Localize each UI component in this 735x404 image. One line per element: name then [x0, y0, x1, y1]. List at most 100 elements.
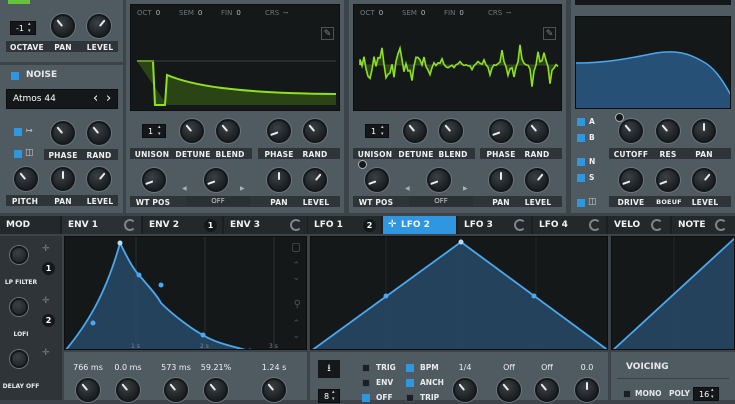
lfo-mode-radio[interactable]	[362, 379, 370, 387]
chevron-down-icon[interactable]: ⌄	[292, 273, 300, 283]
filter-drive-knob[interactable]	[619, 168, 643, 192]
filter-level-knob[interactable]	[692, 168, 716, 192]
mod-source-drag-icon[interactable]	[10, 298, 28, 316]
tab-lfo-2[interactable]: ✛ LFO 2	[383, 216, 456, 234]
filter-route-n-toggle[interactable]	[577, 158, 585, 166]
noise-enable-toggle[interactable]	[11, 72, 19, 80]
lfo-value-2[interactable]: Off	[492, 363, 526, 372]
osc-a-rand-knob[interactable]	[303, 119, 327, 143]
osc-a-wtpos-knob[interactable]	[142, 168, 166, 192]
osc-b-mod-target-icon[interactable]	[358, 160, 367, 169]
noise-rand-knob[interactable]	[87, 121, 111, 145]
lfo-value-4[interactable]: 0.0	[570, 363, 604, 372]
env-knob-4[interactable]	[204, 378, 228, 402]
osc-a-detune-knob[interactable]	[180, 119, 204, 143]
chevron-up-icon[interactable]: ⌃	[292, 319, 300, 329]
poly-voice-stepper[interactable]: 16	[693, 387, 719, 401]
env-value-4[interactable]: 59.21%	[194, 363, 238, 372]
mod-slot[interactable]: ✛ 2 LOFI	[2, 294, 60, 342]
osc-b-spectral-mode[interactable]: OFF	[409, 196, 473, 206]
noise-preset-select[interactable]: Atmos 44 ‹ ›	[6, 89, 118, 109]
noise-phase-knob[interactable]	[51, 121, 75, 145]
osc-b-spectral-arrows-r[interactable]: ▶	[463, 185, 468, 192]
envelope-display[interactable]: 1 s 2 s 3 s ⌃ ⌄ ⚲ ⌃ ⌄	[64, 236, 307, 350]
noise-keytrack-toggle[interactable]	[14, 150, 22, 158]
env-value-5[interactable]: 1.24 s	[252, 363, 296, 372]
osc-b-level-knob[interactable]	[525, 168, 549, 192]
env-value-3[interactable]: 573 ms	[154, 363, 198, 372]
osc-b-rand-knob[interactable]	[525, 119, 549, 143]
zoom-icon[interactable]: ⚲	[294, 299, 301, 310]
osc-a-spectral-arrows[interactable]: ◀	[182, 185, 187, 192]
lfo-mode-radio[interactable]	[362, 364, 370, 372]
lfo-knob-2[interactable]	[497, 378, 521, 402]
lfo-display[interactable]	[310, 236, 608, 350]
filter-keytrack-toggle[interactable]	[577, 199, 585, 207]
lfo-option-anch[interactable]: ANCH	[406, 378, 444, 387]
mod-source-drag-icon[interactable]	[10, 350, 28, 368]
lfo-value-3[interactable]: Off	[530, 363, 564, 372]
osc-b-spectral-arrows[interactable]: ◀	[405, 185, 410, 192]
env-knob-3[interactable]	[164, 378, 188, 402]
osc-b-wtpos-knob[interactable]	[365, 168, 389, 192]
noise-phase-reset-toggle[interactable]	[14, 128, 22, 136]
lfo-knob-4[interactable]	[575, 378, 599, 402]
noise-level-knob[interactable]	[87, 167, 111, 191]
move-icon[interactable]: ✛	[42, 296, 50, 306]
osc1-level-knob[interactable]	[87, 14, 111, 38]
lfo-option-bpm[interactable]: BPM	[406, 363, 439, 372]
osc-a-wavetable-display[interactable]: OCT 0 SEM 0 FIN 0 CRS -- ✎	[130, 4, 340, 111]
osc-b-phase-knob[interactable]	[489, 119, 513, 143]
lfo-option-trip[interactable]: TRIP	[406, 393, 439, 402]
velocity-display[interactable]	[611, 236, 735, 350]
osc-a-spectral-knob[interactable]	[204, 168, 228, 192]
lfo-value-1[interactable]: 1/4	[448, 363, 482, 372]
noise-pitch-knob[interactable]	[14, 167, 38, 191]
filter-type-bar[interactable]	[575, 0, 731, 5]
osc-a-blend-knob[interactable]	[216, 119, 240, 143]
filter-pan-knob[interactable]	[692, 119, 716, 143]
mod-slot[interactable]: ✛ DELAY OFF	[2, 346, 60, 394]
osc-a-spectral-mode[interactable]: OFF	[186, 196, 250, 206]
osc1-pan-knob[interactable]	[51, 14, 75, 38]
osc-b-blend-knob[interactable]	[439, 119, 463, 143]
osc-a-spectral-arrows-r[interactable]: ▶	[240, 185, 245, 192]
move-icon[interactable]: ✛	[42, 348, 50, 358]
osc-a-phase-knob[interactable]	[267, 119, 291, 143]
env-knob-2[interactable]	[116, 378, 140, 402]
osc-b-pan-knob[interactable]	[489, 168, 513, 192]
osc-b-unison-stepper[interactable]: 1	[365, 124, 389, 138]
filter-route-a-toggle[interactable]	[577, 118, 585, 126]
filter-res-knob[interactable]	[656, 119, 680, 143]
tab-mod[interactable]: MOD	[0, 216, 60, 234]
noise-pan-knob[interactable]	[51, 167, 75, 191]
move-icon[interactable]: ✛	[42, 244, 50, 254]
osc-b-wavetable-display[interactable]: OCT 0 SEM 0 FIN 0 CRS -- ✎	[353, 4, 562, 111]
osc-a-level-knob[interactable]	[303, 168, 327, 192]
lfo-download-button[interactable]: ⭳	[318, 360, 340, 378]
osc1-waveform-thumb[interactable]	[8, 0, 30, 4]
lock-icon[interactable]	[292, 243, 300, 252]
lfo-grid-stepper[interactable]: 8	[318, 389, 340, 403]
lfo-knob-3[interactable]	[535, 378, 559, 402]
env-knob-5[interactable]	[262, 378, 286, 402]
mod-source-drag-icon[interactable]	[10, 246, 28, 264]
osc-a-pan-knob[interactable]	[267, 168, 291, 192]
mono-toggle[interactable]	[623, 390, 631, 398]
env-value-2[interactable]: 0.0 ms	[106, 363, 150, 372]
drag-move-icon[interactable]: ✛	[388, 216, 396, 234]
lfo-mode-trig[interactable]: TRIG	[362, 363, 396, 372]
lfo-mode-env[interactable]: ENV	[362, 378, 393, 387]
env-knob-1[interactable]	[76, 378, 100, 402]
env-value-1[interactable]: 766 ms	[66, 363, 110, 372]
chevron-up-icon[interactable]: ⌃	[292, 261, 300, 271]
lfo-option-checkbox[interactable]	[406, 379, 414, 387]
filter-cutoff-knob[interactable]	[619, 119, 643, 143]
osc-b-spectral-knob[interactable]	[427, 168, 451, 192]
lfo-mode-off[interactable]: OFF	[362, 393, 393, 402]
lfo-knob-1[interactable]	[453, 378, 477, 402]
chevron-down-icon[interactable]: ⌄	[292, 331, 300, 341]
lfo-option-checkbox[interactable]	[406, 394, 414, 402]
filter-mode-knob[interactable]	[656, 168, 680, 192]
chevron-right-icon[interactable]: ›	[106, 91, 111, 106]
